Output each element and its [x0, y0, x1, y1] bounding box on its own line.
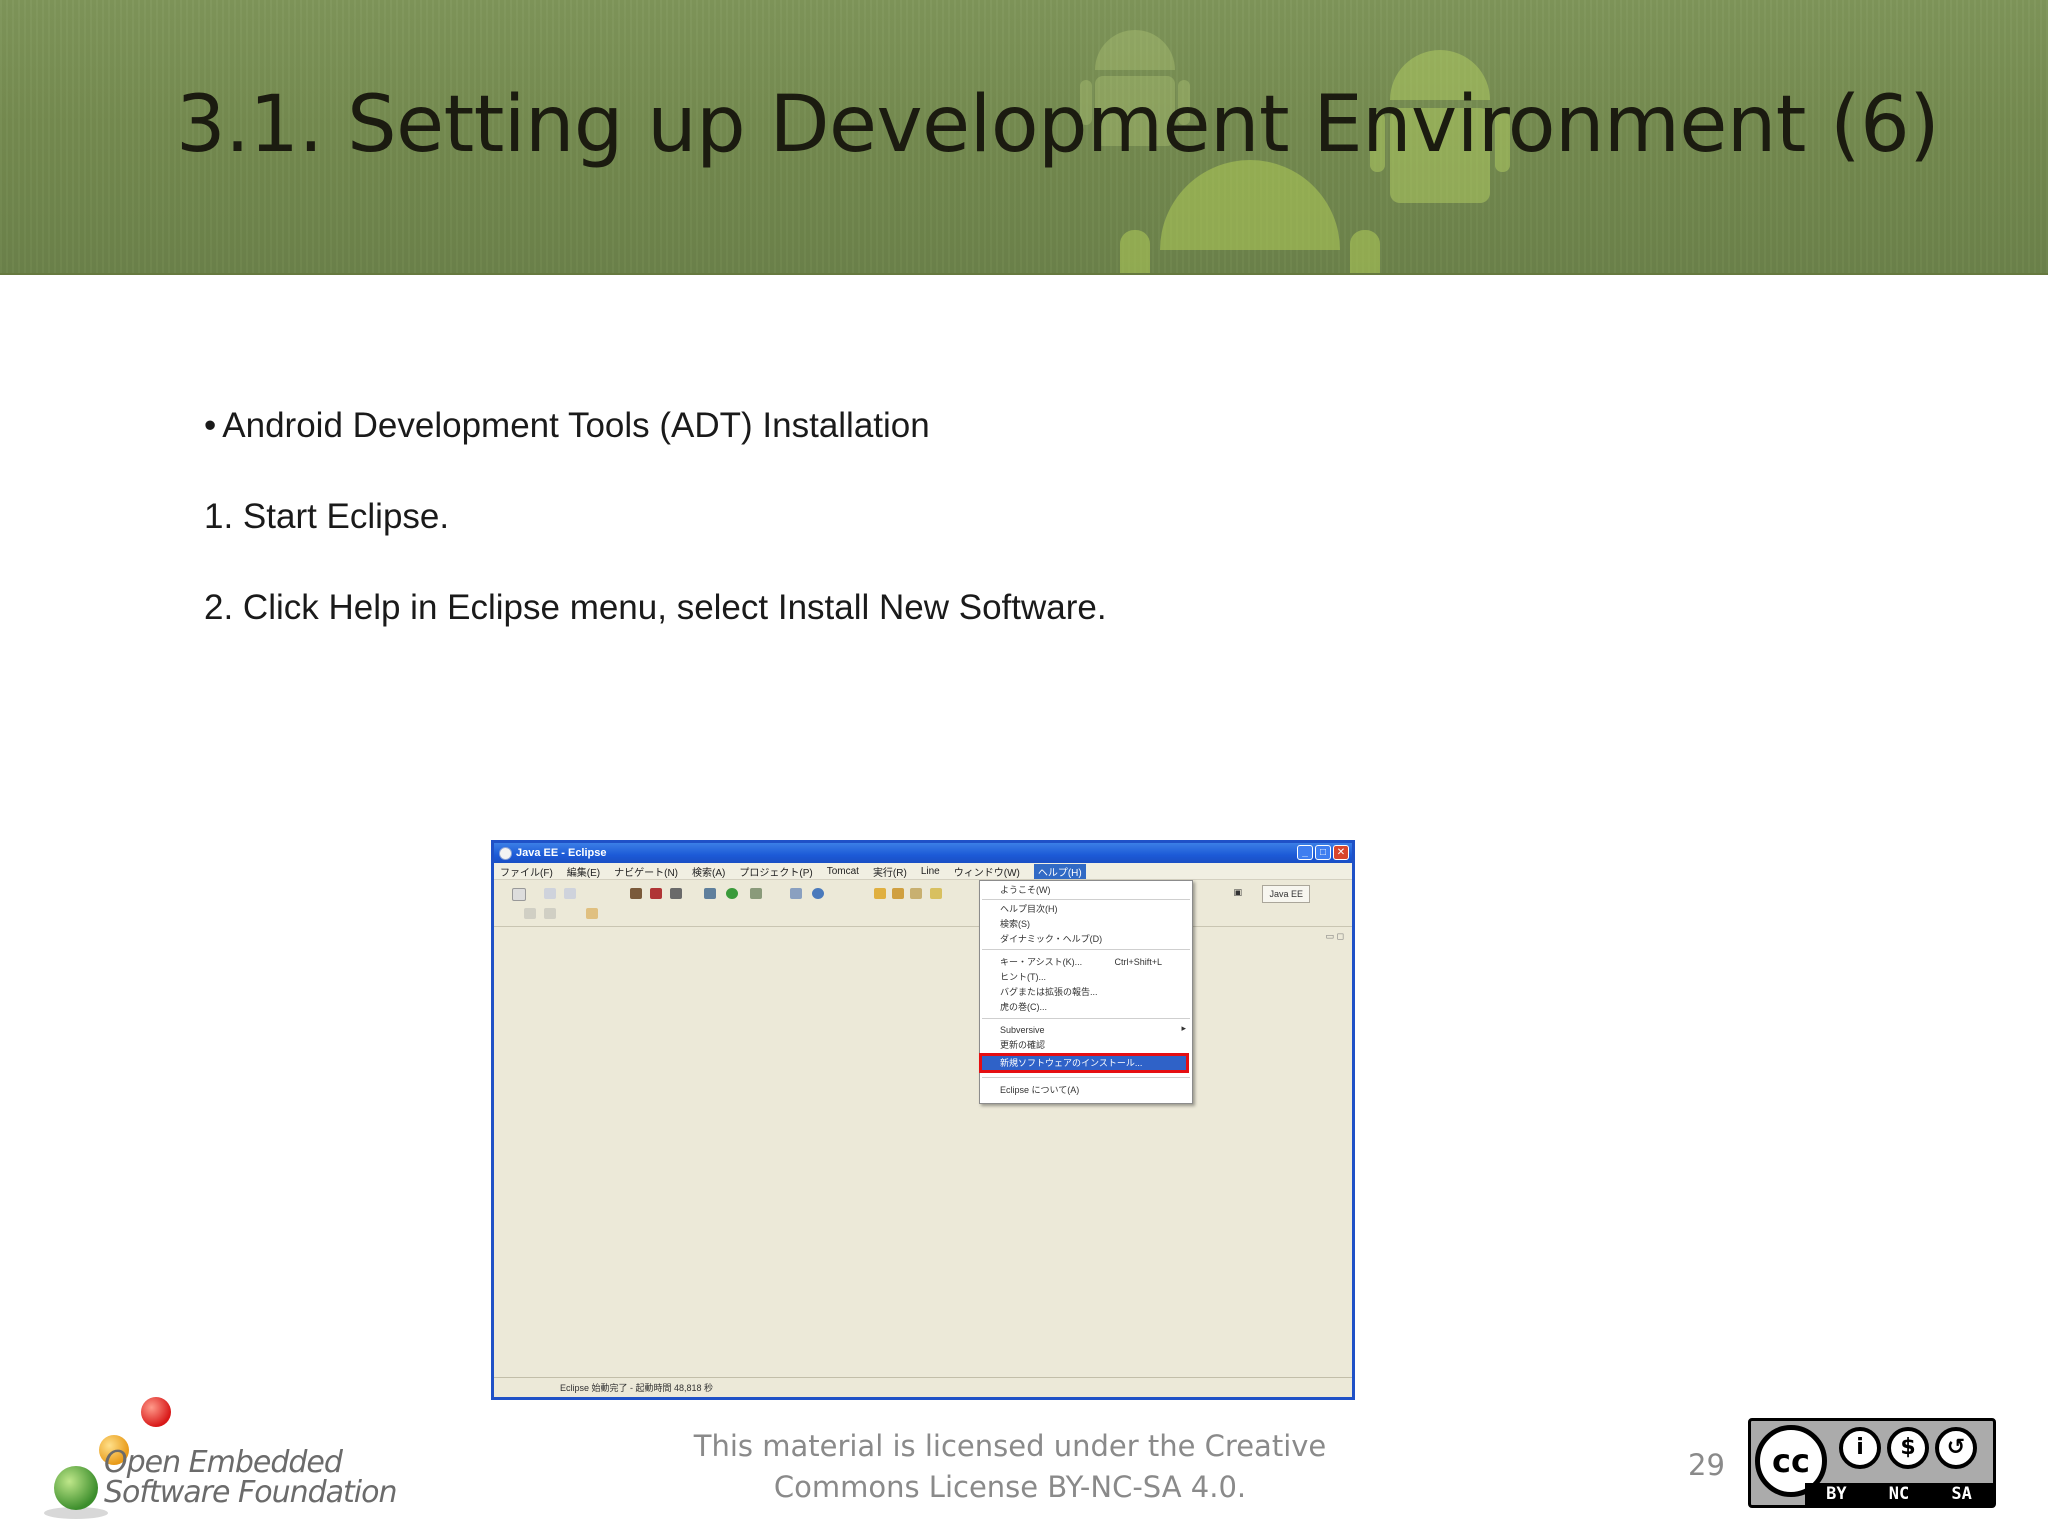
maximize-icon[interactable]: □ — [1315, 845, 1331, 860]
help-dropdown-menu: ようこそ(W) ヘルプ目次(H) 検索(S) ダイナミック・ヘルプ(D) キー・… — [979, 880, 1193, 1104]
menu-item-welcome[interactable]: ようこそ(W) — [1000, 883, 1051, 897]
menu-separator — [982, 1077, 1190, 1078]
open-folder-icon[interactable] — [874, 888, 886, 899]
menu-item-about-eclipse[interactable]: Eclipse について(A) — [1000, 1083, 1079, 1097]
bullet-text: Android Development Tools (ADT) Installa… — [222, 406, 930, 445]
menu-help[interactable]: ヘルプ(H) — [1033, 863, 1086, 879]
menu-item-tips[interactable]: ヒント(T)... — [1000, 970, 1046, 984]
menu-line[interactable]: Line — [921, 866, 940, 877]
menu-item-dynamic-help[interactable]: ダイナミック・ヘルプ(D) — [1000, 932, 1102, 946]
oesf-logo-text: Open Embedded Software Foundation — [104, 1448, 397, 1508]
menu-item-subversive[interactable]: Subversive — [1000, 1023, 1045, 1037]
menu-tomcat[interactable]: Tomcat — [827, 866, 859, 877]
menu-separator — [982, 1018, 1190, 1019]
external-tools-icon[interactable] — [750, 888, 762, 899]
search-icon[interactable] — [790, 888, 802, 899]
window-titlebar: Java EE - Eclipse _ □ ✕ — [494, 843, 1352, 863]
open-perspective-icon[interactable]: ▣ — [1233, 887, 1242, 898]
menu-separator — [982, 899, 1190, 900]
menu-item-help-contents[interactable]: ヘルプ目次(H) — [1000, 902, 1058, 916]
license-notice: This material is licensed under the Crea… — [640, 1426, 1380, 1508]
menu-separator — [982, 949, 1190, 950]
toolbar — [494, 880, 1352, 927]
slide-header: 3.1. Setting up Development Environment … — [0, 0, 2048, 275]
server-icon[interactable] — [650, 888, 662, 899]
cc-label-by: BY — [1826, 1484, 1847, 1504]
menu-file[interactable]: ファイル(F) — [500, 864, 553, 879]
save-icon[interactable] — [544, 888, 556, 899]
debug-icon[interactable] — [704, 888, 716, 899]
nav-icon[interactable] — [586, 908, 598, 919]
new-class-icon[interactable] — [812, 888, 824, 899]
menu-item-install-new-software[interactable]: 新規ソフトウェアのインストール... — [1000, 1056, 1142, 1070]
menu-bar: ファイル(F) 編集(E) ナビゲート(N) 検索(A) プロジェクト(P) T… — [494, 863, 1352, 880]
open-type-icon[interactable] — [892, 888, 904, 899]
status-bar: Eclipse 始動完了 - 起動時間 48,818 秒 — [494, 1377, 1352, 1397]
step-1: 1. Start Eclipse. — [204, 497, 450, 536]
menu-item-install-new-software-highlight[interactable]: 新規ソフトウェアのインストール... — [979, 1053, 1189, 1073]
bullet-item: • Android Development Tools (ADT) Install… — [204, 406, 930, 446]
window-title: Java EE - Eclipse — [516, 847, 607, 859]
menu-item-cheat-sheets[interactable]: 虎の巻(C)... — [1000, 1000, 1047, 1014]
minimize-icon[interactable]: _ — [1297, 845, 1313, 860]
menu-project[interactable]: プロジェクト(P) — [739, 864, 812, 879]
build-icon[interactable] — [630, 888, 642, 899]
submenu-arrow-icon: ▸ — [1181, 1023, 1186, 1033]
print-icon[interactable] — [564, 888, 576, 899]
window-controls: _ □ ✕ — [1297, 845, 1349, 860]
cc-label-nc: NC — [1888, 1484, 1910, 1504]
menu-item-shortcut: Ctrl+Shift+L — [1114, 957, 1162, 967]
menu-item-report-bug[interactable]: バグまたは拡張の報告... — [1000, 985, 1098, 999]
view-minmax-icon[interactable]: ▭ ◻ — [1326, 931, 1344, 942]
oesf-line-2: Software Foundation — [104, 1475, 397, 1510]
cc-label-sa: SA — [1951, 1484, 1972, 1504]
slide-title: 3.1. Setting up Development Environment … — [176, 80, 1940, 170]
new-icon[interactable] — [512, 888, 526, 901]
tomcat-icon[interactable] — [670, 888, 682, 899]
menu-run[interactable]: 実行(R) — [873, 864, 907, 879]
noncommercial-icon: $ — [1887, 1427, 1929, 1469]
forward-icon[interactable] — [544, 908, 556, 919]
menu-edit[interactable]: 編集(E) — [567, 864, 600, 879]
menu-navigate[interactable]: ナビゲート(N) — [614, 864, 678, 879]
annotation-icon[interactable] — [930, 888, 942, 899]
perspective-java-ee[interactable]: Java EE — [1262, 885, 1310, 903]
run-icon[interactable] — [726, 888, 738, 899]
cc-labels: BY NC SA — [1805, 1483, 1993, 1505]
open-resource-icon[interactable] — [910, 888, 922, 899]
back-icon[interactable] — [524, 908, 536, 919]
license-line-1: This material is licensed under the Crea… — [693, 1429, 1327, 1463]
attribution-icon: i — [1839, 1427, 1881, 1469]
page-number: 29 — [1688, 1448, 1725, 1482]
bullet-dot: • — [204, 406, 217, 445]
menu-window[interactable]: ウィンドウ(W) — [954, 864, 1020, 879]
license-line-2: Commons License BY-NC-SA 4.0. — [773, 1470, 1247, 1504]
sharealike-icon: ↺ — [1935, 1427, 1977, 1469]
cc-license-badge: cc i $ ↺ BY NC SA — [1748, 1418, 1996, 1508]
menu-item-key-assist[interactable]: キー・アシスト(K)... Ctrl+Shift+L — [1000, 955, 1176, 969]
oesf-line-1: Open Embedded — [104, 1445, 343, 1480]
close-icon[interactable]: ✕ — [1333, 845, 1349, 860]
eclipse-screenshot: Java EE - Eclipse _ □ ✕ ファイル(F) 編集(E) ナビ… — [491, 840, 1355, 1400]
menu-item-search[interactable]: 検索(S) — [1000, 917, 1030, 931]
menu-search[interactable]: 検索(A) — [692, 864, 725, 879]
eclipse-icon — [499, 847, 512, 860]
menu-item-label: キー・アシスト(K)... — [1000, 957, 1083, 967]
menu-item-check-updates[interactable]: 更新の確認 — [1000, 1038, 1045, 1052]
step-2: 2. Click Help in Eclipse menu, select In… — [204, 588, 1107, 627]
